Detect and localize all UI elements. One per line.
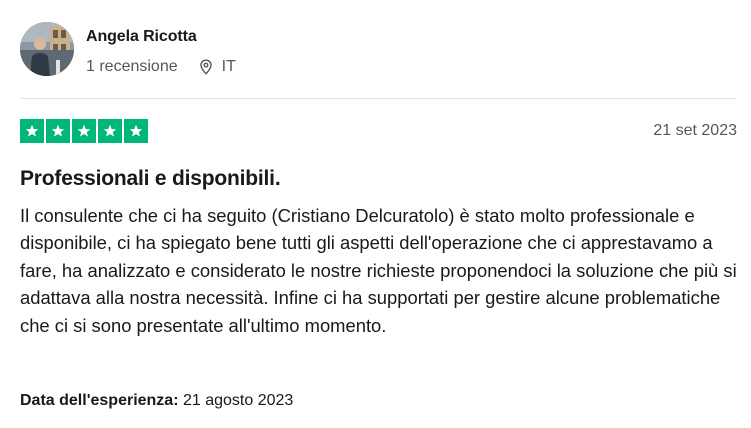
review-title[interactable]: Professionali e disponibili. (20, 166, 281, 192)
reviews-count: 1 recensione (86, 58, 178, 75)
consumer-avatar[interactable] (20, 22, 74, 76)
star-icon (20, 119, 44, 143)
review-text: Il consulente che ci ha seguito (Cristia… (20, 205, 737, 336)
consumer-info: Angela Ricotta 1 recensione IT (86, 27, 236, 77)
experience-label: Data dell'esperienza: (20, 392, 179, 409)
consumer-header: Angela Ricotta 1 recensione IT (20, 22, 236, 77)
star-icon (124, 119, 148, 143)
star-icon (72, 119, 96, 143)
avatar-photo-icon (20, 22, 74, 76)
consumer-meta: 1 recensione IT (86, 57, 236, 77)
experience-date: Data dell'esperienza: 21 agosto 2023 (20, 391, 293, 411)
country-code: IT (221, 58, 236, 75)
star-rating (20, 119, 150, 143)
map-pin-icon (199, 59, 212, 75)
star-icon (46, 119, 70, 143)
consumer-location: IT (198, 57, 236, 77)
header-divider (20, 98, 737, 99)
experience-value: 21 agosto 2023 (182, 392, 294, 409)
consumer-name[interactable]: Angela Ricotta (86, 27, 236, 47)
star-icon (98, 119, 122, 143)
review-date: 21 set 2023 (653, 122, 737, 139)
review-card: Angela Ricotta 1 recensione IT 21 set 20… (0, 0, 751, 428)
